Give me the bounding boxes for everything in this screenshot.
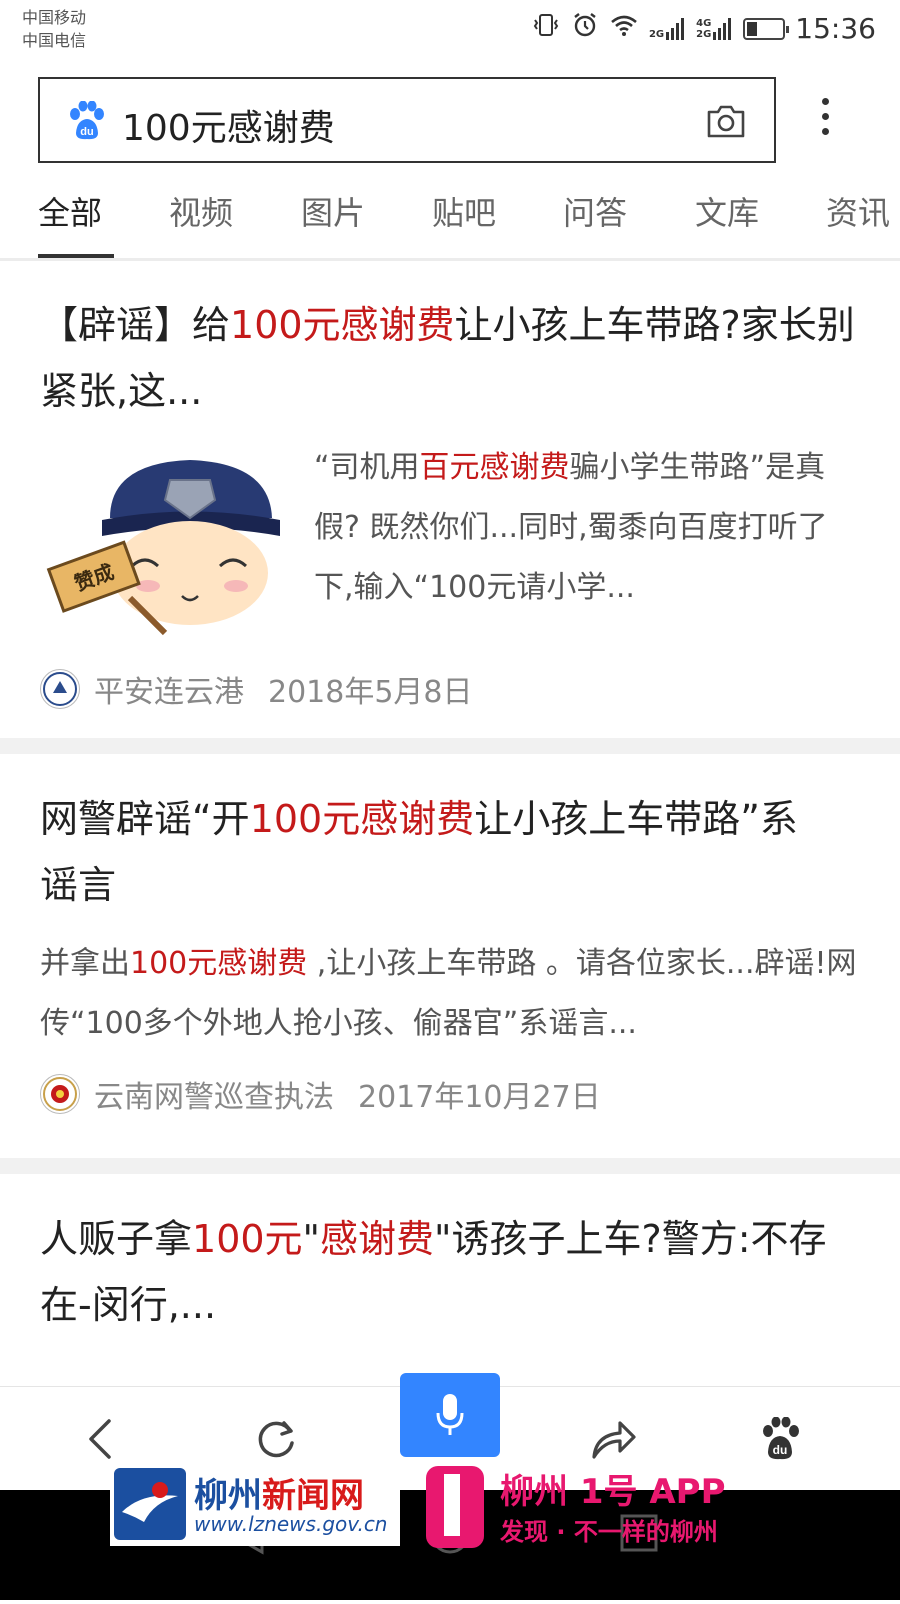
search-box[interactable]: du 100元感谢费 (38, 77, 776, 163)
baidu-paw-icon[interactable]: du (740, 1387, 820, 1491)
search-input[interactable]: 100元感谢费 (122, 99, 335, 151)
result-title[interactable]: 人贩子拿100元"感谢费"诱孩子上车?警方:不存在-闵行,... (40, 1206, 870, 1338)
result-thumbnail[interactable]: 赞成 (40, 448, 290, 638)
battery-level (747, 21, 758, 36)
app-name: 柳州 1号 APP (500, 1472, 726, 1512)
network-type-2-bottom: 2G (696, 28, 712, 40)
signal-icon: 4G 2G (696, 17, 733, 40)
divider (0, 258, 900, 261)
camera-icon[interactable] (706, 103, 746, 139)
source-name: 平安连云港 (94, 675, 244, 710)
tab-tieba[interactable]: 贴吧 (432, 188, 496, 234)
tab-bar: 全部 视频 图片 贴吧 问答 文库 资讯 (0, 180, 900, 260)
network-type-2-top: 4G (696, 17, 712, 29)
result-snippet: “司机用百元感谢费骗小学生带路”是真假? 既然你们...同时,蜀黍向百度打听了下… (314, 438, 854, 618)
snippet-highlight: 100元感谢费 (130, 946, 308, 981)
status-icons: 2G 4G 2G 15:36 (531, 12, 876, 45)
status-bar: 中国移动 中国电信 2G 4G 2G 15:36 (0, 0, 900, 62)
tab-video[interactable]: 视频 (169, 188, 233, 234)
app-slogan: 发现 · 不一样的柳州 (500, 1518, 718, 1546)
source-name: 云南网警巡查执法 (94, 1080, 334, 1115)
site-url: www.lznews.gov.cn (194, 1512, 388, 1536)
source-logo (40, 669, 80, 709)
carrier-info: 中国移动 中国电信 (22, 6, 86, 52)
tab-all[interactable]: 全部 (38, 188, 102, 234)
result-source[interactable]: 云南网警巡查执法 2017年10月27日 (40, 1072, 601, 1116)
svg-text:du: du (80, 126, 93, 138)
site-name-part: 柳州 (194, 1476, 262, 1516)
vibrate-icon (531, 12, 561, 45)
result-snippet: 并拿出100元感谢费 ,让小孩上车带路 。请各位家长...辟谣!网传“100多个… (40, 934, 860, 1054)
battery-icon (743, 17, 790, 40)
alarm-icon (571, 12, 599, 45)
svg-text:du: du (773, 1443, 788, 1457)
baidu-paw-icon: du (67, 100, 105, 141)
more-vertical-icon[interactable] (812, 98, 838, 142)
result-source[interactable]: 平安连云港 2018年5月8日 (40, 667, 473, 711)
wifi-icon (609, 12, 639, 45)
result-date: 2018年5月8日 (268, 675, 473, 710)
clock: 15:36 (795, 12, 876, 45)
title-text: 网警辟谣“开 (40, 797, 250, 841)
title-highlight: 感谢费 (320, 1217, 435, 1261)
network-type-1: 2G (648, 28, 665, 40)
site-logo (114, 1468, 186, 1540)
divider (0, 738, 900, 754)
result-title[interactable]: 【辟谣】给100元感谢费让小孩上车带路?家长别紧张,这... (40, 292, 870, 424)
tab-library[interactable]: 文库 (695, 188, 759, 234)
app-promo: 柳州 1号 APP 发现 · 不一样的柳州 (426, 1462, 746, 1552)
site-logo-block: 柳州新闻网 www.lznews.gov.cn (110, 1462, 400, 1546)
tab-news[interactable]: 资讯 (826, 188, 890, 234)
snippet-text: 并拿出 (40, 946, 130, 981)
title-text: 人贩子拿 (40, 1217, 193, 1261)
carrier-2: 中国电信 (22, 31, 87, 50)
tab-qa[interactable]: 问答 (563, 188, 627, 234)
signal-icon: 2G (648, 17, 686, 40)
title-text: 【辟谣】给 (40, 303, 231, 347)
title-highlight: 100元感谢费 (249, 797, 475, 841)
snippet-highlight: 百元感谢费 (419, 450, 570, 485)
title-highlight: 100元感谢费 (230, 303, 455, 347)
divider (0, 1158, 900, 1174)
watermark-banner: 柳州新闻网 www.lznews.gov.cn 柳州 1号 APP 发现 · 不… (110, 1462, 750, 1554)
microphone-icon[interactable] (400, 1373, 500, 1457)
source-logo (40, 1074, 80, 1114)
snippet-text: “司机用 (314, 450, 420, 485)
tab-images[interactable]: 图片 (301, 188, 365, 234)
site-name-part: 新闻网 (262, 1476, 364, 1516)
title-highlight: 100元 (192, 1217, 303, 1261)
carrier-1: 中国移动 (22, 8, 87, 27)
network-type-2: 4G 2G (696, 18, 711, 40)
result-title[interactable]: 网警辟谣“开100元感谢费让小孩上车带路”系谣言 (40, 786, 820, 918)
app-icon (426, 1466, 484, 1548)
title-text: " (302, 1217, 321, 1261)
site-name: 柳州新闻网 (194, 1468, 364, 1517)
result-date: 2017年10月27日 (358, 1080, 601, 1115)
